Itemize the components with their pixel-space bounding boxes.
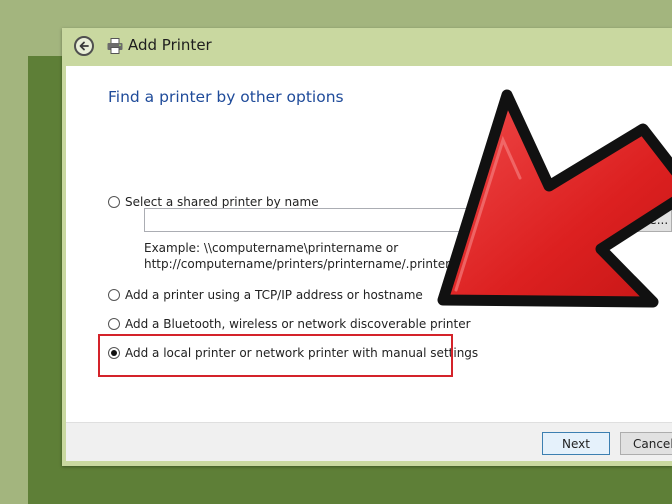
option-bluetooth-label: Add a Bluetooth, wireless or network dis… <box>125 317 471 331</box>
cancel-button[interactable]: Cancel <box>620 432 672 455</box>
title-bar: Add Printer <box>62 28 672 66</box>
printer-name-input[interactable] <box>144 208 610 232</box>
back-arrow-icon <box>79 41 89 51</box>
next-button[interactable]: Next <box>542 432 610 455</box>
radio-shared-printer[interactable] <box>108 196 120 208</box>
example-text-line2: http://computername/printers/printername… <box>144 257 451 271</box>
cancel-button-label: Cancel <box>633 436 672 451</box>
radio-tcpip[interactable] <box>108 289 120 301</box>
add-printer-window: Add Printer Find a printer by other opti… <box>62 28 672 466</box>
option-bluetooth[interactable]: Add a Bluetooth, wireless or network dis… <box>108 317 471 331</box>
page-heading: Find a printer by other options <box>108 88 344 106</box>
dialog-footer: Next Cancel <box>66 422 672 461</box>
option-shared-printer[interactable]: Select a shared printer by name <box>108 195 319 209</box>
example-text-line1: Example: \\computername\printername or <box>144 241 399 255</box>
highlight-box <box>98 334 453 377</box>
back-button[interactable] <box>74 36 94 56</box>
window-title: Add Printer <box>128 36 212 54</box>
browse-button-label: Browse... <box>613 213 669 227</box>
browse-button[interactable]: Browse... <box>610 208 672 232</box>
option-tcpip[interactable]: Add a printer using a TCP/IP address or … <box>108 288 423 302</box>
next-button-label: Next <box>562 436 590 451</box>
printer-icon <box>107 38 123 54</box>
option-shared-printer-label: Select a shared printer by name <box>125 195 319 209</box>
option-tcpip-label: Add a printer using a TCP/IP address or … <box>125 288 423 302</box>
radio-bluetooth[interactable] <box>108 318 120 330</box>
content-area: Find a printer by other options Select a… <box>66 66 672 452</box>
